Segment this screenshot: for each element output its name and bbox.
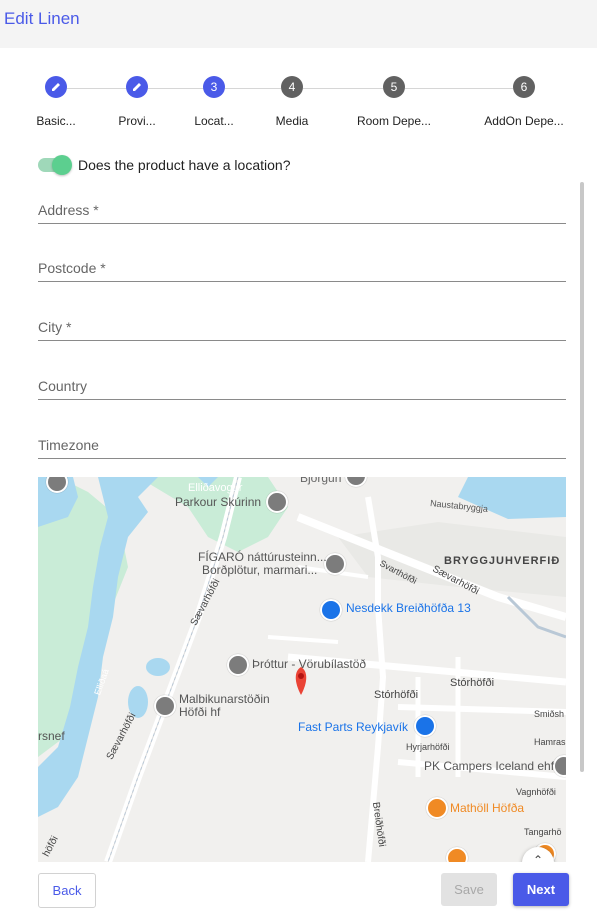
step-number: 3	[203, 76, 225, 98]
map-label: Þróttur - Vörubílastöð	[252, 657, 367, 671]
map-poi-icon[interactable]	[266, 491, 288, 513]
postcode-input[interactable]	[38, 257, 566, 279]
scrollbar[interactable]	[580, 182, 584, 772]
next-button[interactable]: Next	[513, 873, 569, 906]
map-poi-icon[interactable]	[324, 553, 346, 575]
map-label: Höfði hf	[179, 705, 221, 719]
pencil-icon	[126, 76, 148, 98]
map-label: Elliðavogur	[188, 482, 243, 494]
map-label: Björgun	[300, 477, 342, 485]
map-label: Hyrjarhöfði	[406, 742, 450, 752]
step-media[interactable]: 4 Media	[242, 76, 342, 128]
location-toggle-label: Does the product have a location?	[78, 157, 291, 173]
step-label: Media	[275, 114, 309, 128]
map-poi-icon[interactable]	[320, 599, 342, 621]
city-field	[38, 316, 566, 341]
step-label: AddOn Depe...	[484, 114, 564, 128]
pencil-icon	[45, 76, 67, 98]
back-button[interactable]: Back	[38, 873, 96, 908]
map-label: Parkour Skúrinn	[175, 495, 262, 509]
chevron-up-icon: ⌃	[532, 853, 544, 862]
map-poi-icon[interactable]	[414, 715, 436, 737]
map-label: Stórhöfði	[450, 677, 495, 689]
location-map[interactable]: Björgun Elliðavogur Parkour Skúrinn Naus…	[38, 477, 566, 862]
map-label: Malbikunarstöðin	[179, 692, 270, 706]
map-label: Stórhöfði	[374, 689, 419, 701]
city-input[interactable]	[38, 316, 566, 338]
map-label: Vagnhöfði	[516, 787, 556, 797]
header-bar: Edit Linen	[0, 0, 597, 48]
postcode-field	[38, 257, 566, 282]
address-input[interactable]	[38, 199, 566, 221]
map-label: Tangarhö	[524, 827, 562, 837]
step-label: Room Depe...	[356, 114, 432, 128]
save-button[interactable]: Save	[441, 873, 497, 906]
country-input[interactable]	[38, 375, 566, 397]
map-label: Fast Parts Reykjavík	[298, 720, 409, 734]
timezone-field	[38, 434, 566, 459]
map-poi-icon[interactable]	[446, 847, 468, 862]
map-label: Hamras	[534, 737, 566, 747]
map-poi-icon[interactable]	[227, 654, 249, 676]
step-addon-dependencies[interactable]: 6 AddOn Depe...	[474, 76, 574, 128]
step-room-dependencies[interactable]: 5 Room Depe...	[344, 76, 444, 128]
map-label: Smiðsh	[534, 709, 565, 719]
stepper: Basic... Provi... 3 Locat... 4 Media 5 R…	[0, 76, 597, 136]
map-label: Nesdekk Breiðhöfða 13	[346, 601, 471, 615]
map-label: FÍGARÓ náttúrusteinn...	[198, 550, 327, 564]
country-field	[38, 375, 566, 400]
address-field	[38, 199, 566, 224]
map-label: rsnef	[38, 729, 65, 743]
step-number: 4	[281, 76, 303, 98]
map-poi-icon[interactable]	[426, 797, 448, 819]
map-poi-icon[interactable]	[154, 695, 176, 717]
map-label: Mathöll Höfða	[450, 801, 525, 815]
timezone-input[interactable]	[38, 434, 566, 456]
map-label: BRYGGJUHVERFIÐ	[444, 555, 561, 567]
step-number: 5	[383, 76, 405, 98]
map-label: PK Campers Iceland ehf	[424, 759, 555, 773]
location-toggle-knob[interactable]	[52, 155, 72, 175]
page-title: Edit Linen	[4, 9, 80, 28]
map-label: Borðplötur, marmari...	[202, 563, 318, 577]
step-number: 6	[513, 76, 535, 98]
